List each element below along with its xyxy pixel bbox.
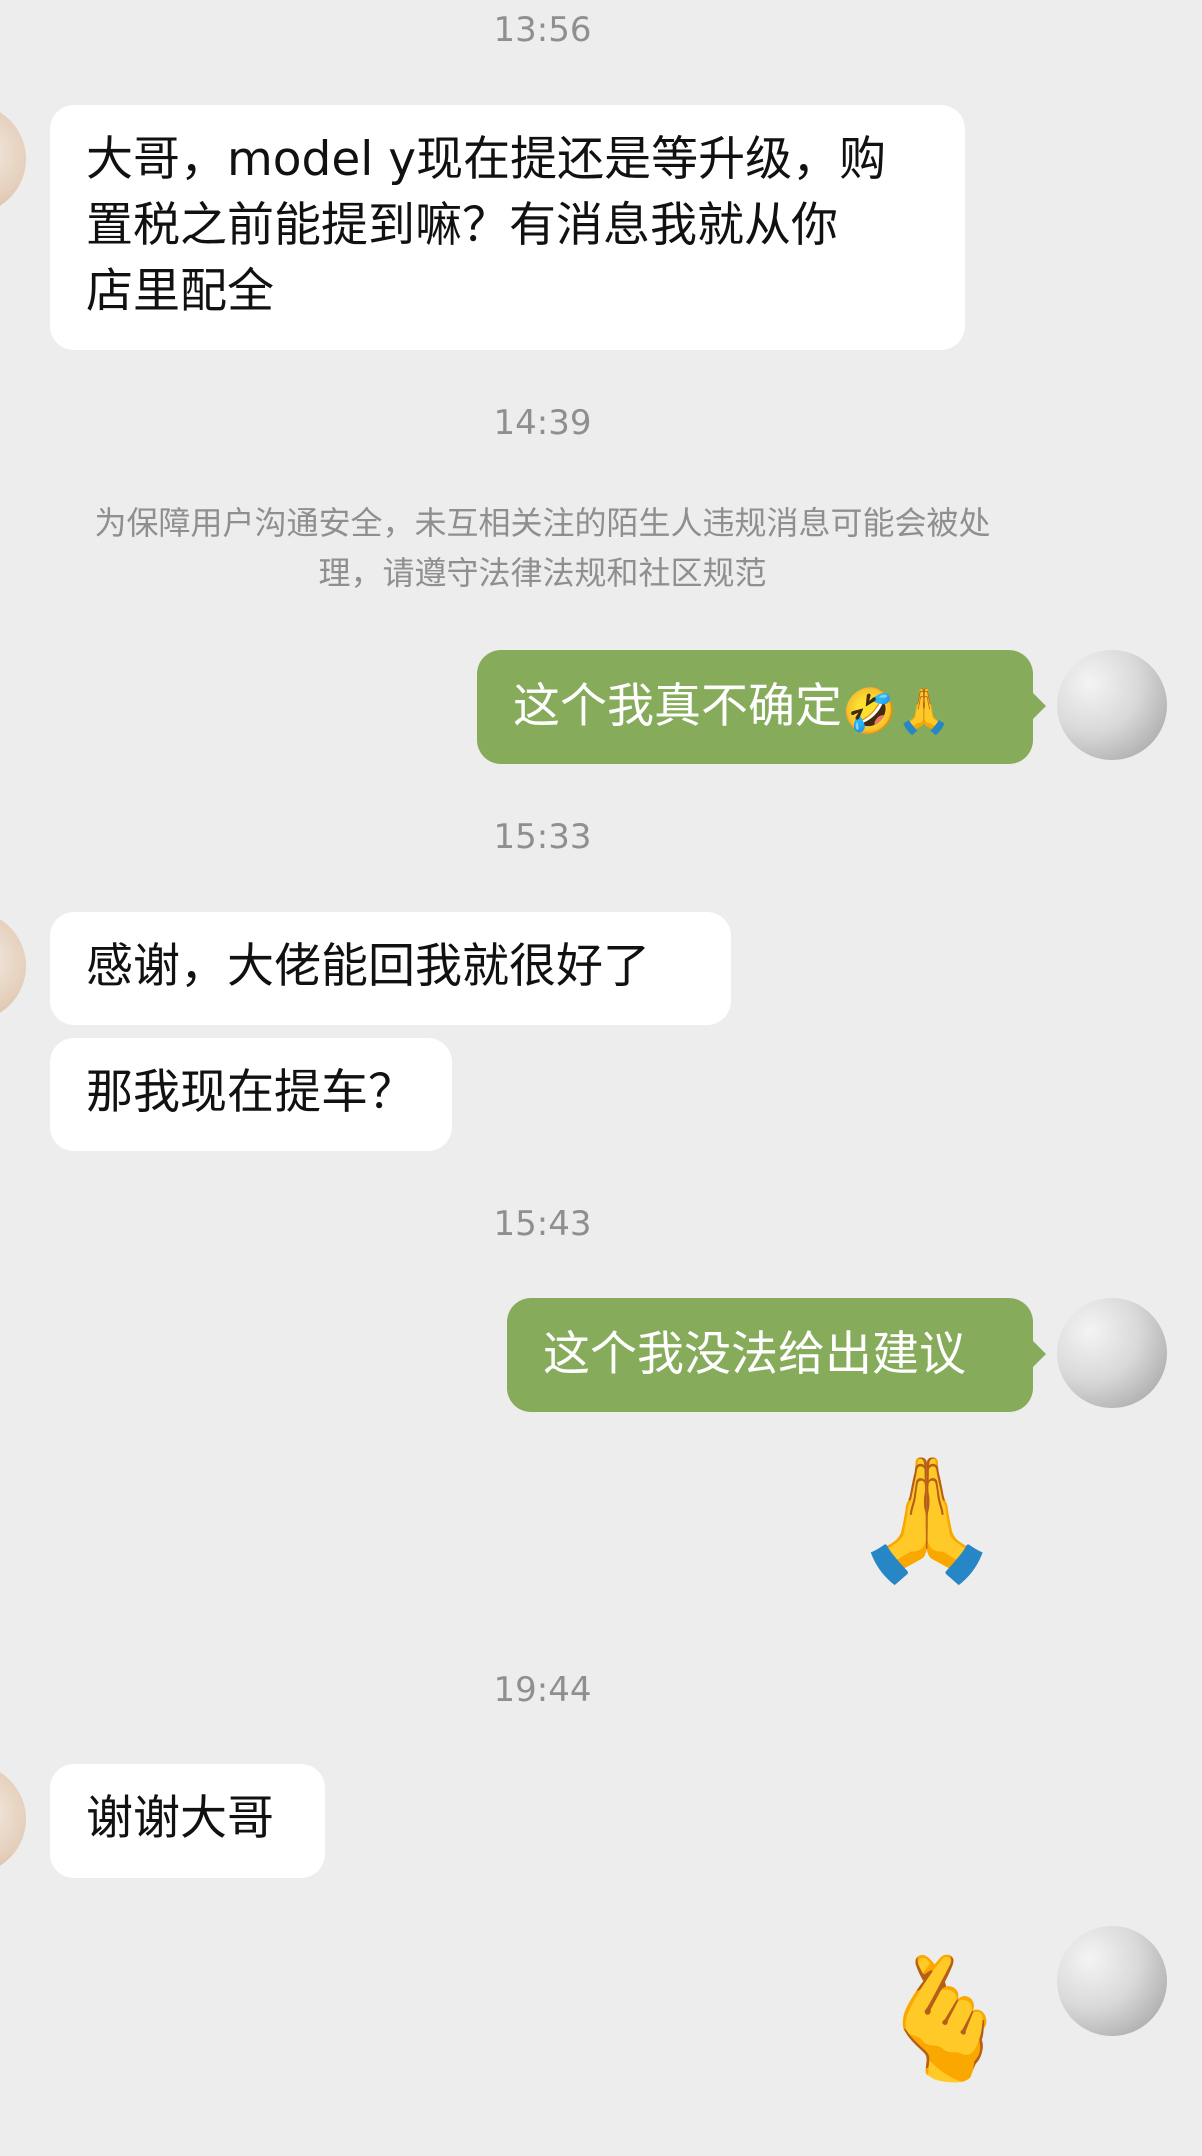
timestamp: 15:43 [493, 1204, 592, 1244]
message-text: 谢谢大哥 [86, 1791, 274, 1846]
message-text: 感谢，大佬能回我就很好了 [86, 939, 650, 994]
self-avatar[interactable] [1057, 1926, 1167, 2036]
system-notice: 为保障用户沟通安全，未互相关注的陌生人违规消息可能会被处 理，请遵守法律法规和社… [30, 498, 1055, 598]
timestamp: 15:33 [493, 817, 592, 857]
self-avatar[interactable] [1057, 650, 1167, 760]
timestamp: 13:56 [493, 10, 592, 50]
peer-avatar[interactable] [0, 911, 26, 1021]
timestamp: 14:39 [493, 403, 592, 443]
outgoing-message[interactable]: 这个我真不确定🤣🙏 [477, 650, 1046, 764]
system-notice-line: 理，请遵守法律法规和社区规范 [318, 554, 767, 592]
incoming-message[interactable]: 那我现在提车？ [50, 1038, 452, 1151]
chat-window: 13:56 大哥，model y现在提还是等升级，购 置税之前能提到嘛？有消息我… [0, 0, 1202, 2156]
message-text-line: 置税之前能提到嘛？有消息我就从你 [86, 198, 838, 253]
system-notice-line: 为保障用户沟通安全，未互相关注的陌生人违规消息可能会被处 [94, 504, 991, 542]
peer-avatar[interactable] [0, 104, 26, 214]
message-text: 那我现在提车？ [86, 1065, 415, 1120]
incoming-message[interactable]: 大哥，model y现在提还是等升级，购 置税之前能提到嘛？有消息我就从你 店里… [50, 105, 965, 350]
bubble-tail [1032, 1340, 1046, 1368]
message-text-line: 大哥，model y现在提还是等升级，购 [86, 132, 887, 187]
peer-avatar[interactable] [0, 1764, 26, 1874]
incoming-message[interactable]: 谢谢大哥 [50, 1764, 325, 1878]
message-text-line: 店里配全 [86, 264, 274, 319]
message-text: 这个我没法给出建议 [543, 1327, 966, 1382]
message-text: 这个我真不确定 [513, 679, 842, 734]
folded-hands-emoji-icon: 🙏 [896, 686, 952, 737]
rolling-laughing-emoji-icon: 🤣 [842, 686, 897, 737]
incoming-message[interactable]: 感谢，大佬能回我就很好了 [50, 912, 731, 1025]
folded-hands-sticker-icon[interactable]: 🙏 [852, 1450, 1001, 1590]
outgoing-message[interactable]: 这个我没法给出建议 [507, 1298, 1046, 1412]
finger-heart-sticker-icon[interactable]: 🫰 [870, 1950, 1019, 2090]
bubble-tail [1032, 692, 1046, 720]
timestamp: 19:44 [493, 1670, 592, 1710]
self-avatar[interactable] [1057, 1298, 1167, 1408]
